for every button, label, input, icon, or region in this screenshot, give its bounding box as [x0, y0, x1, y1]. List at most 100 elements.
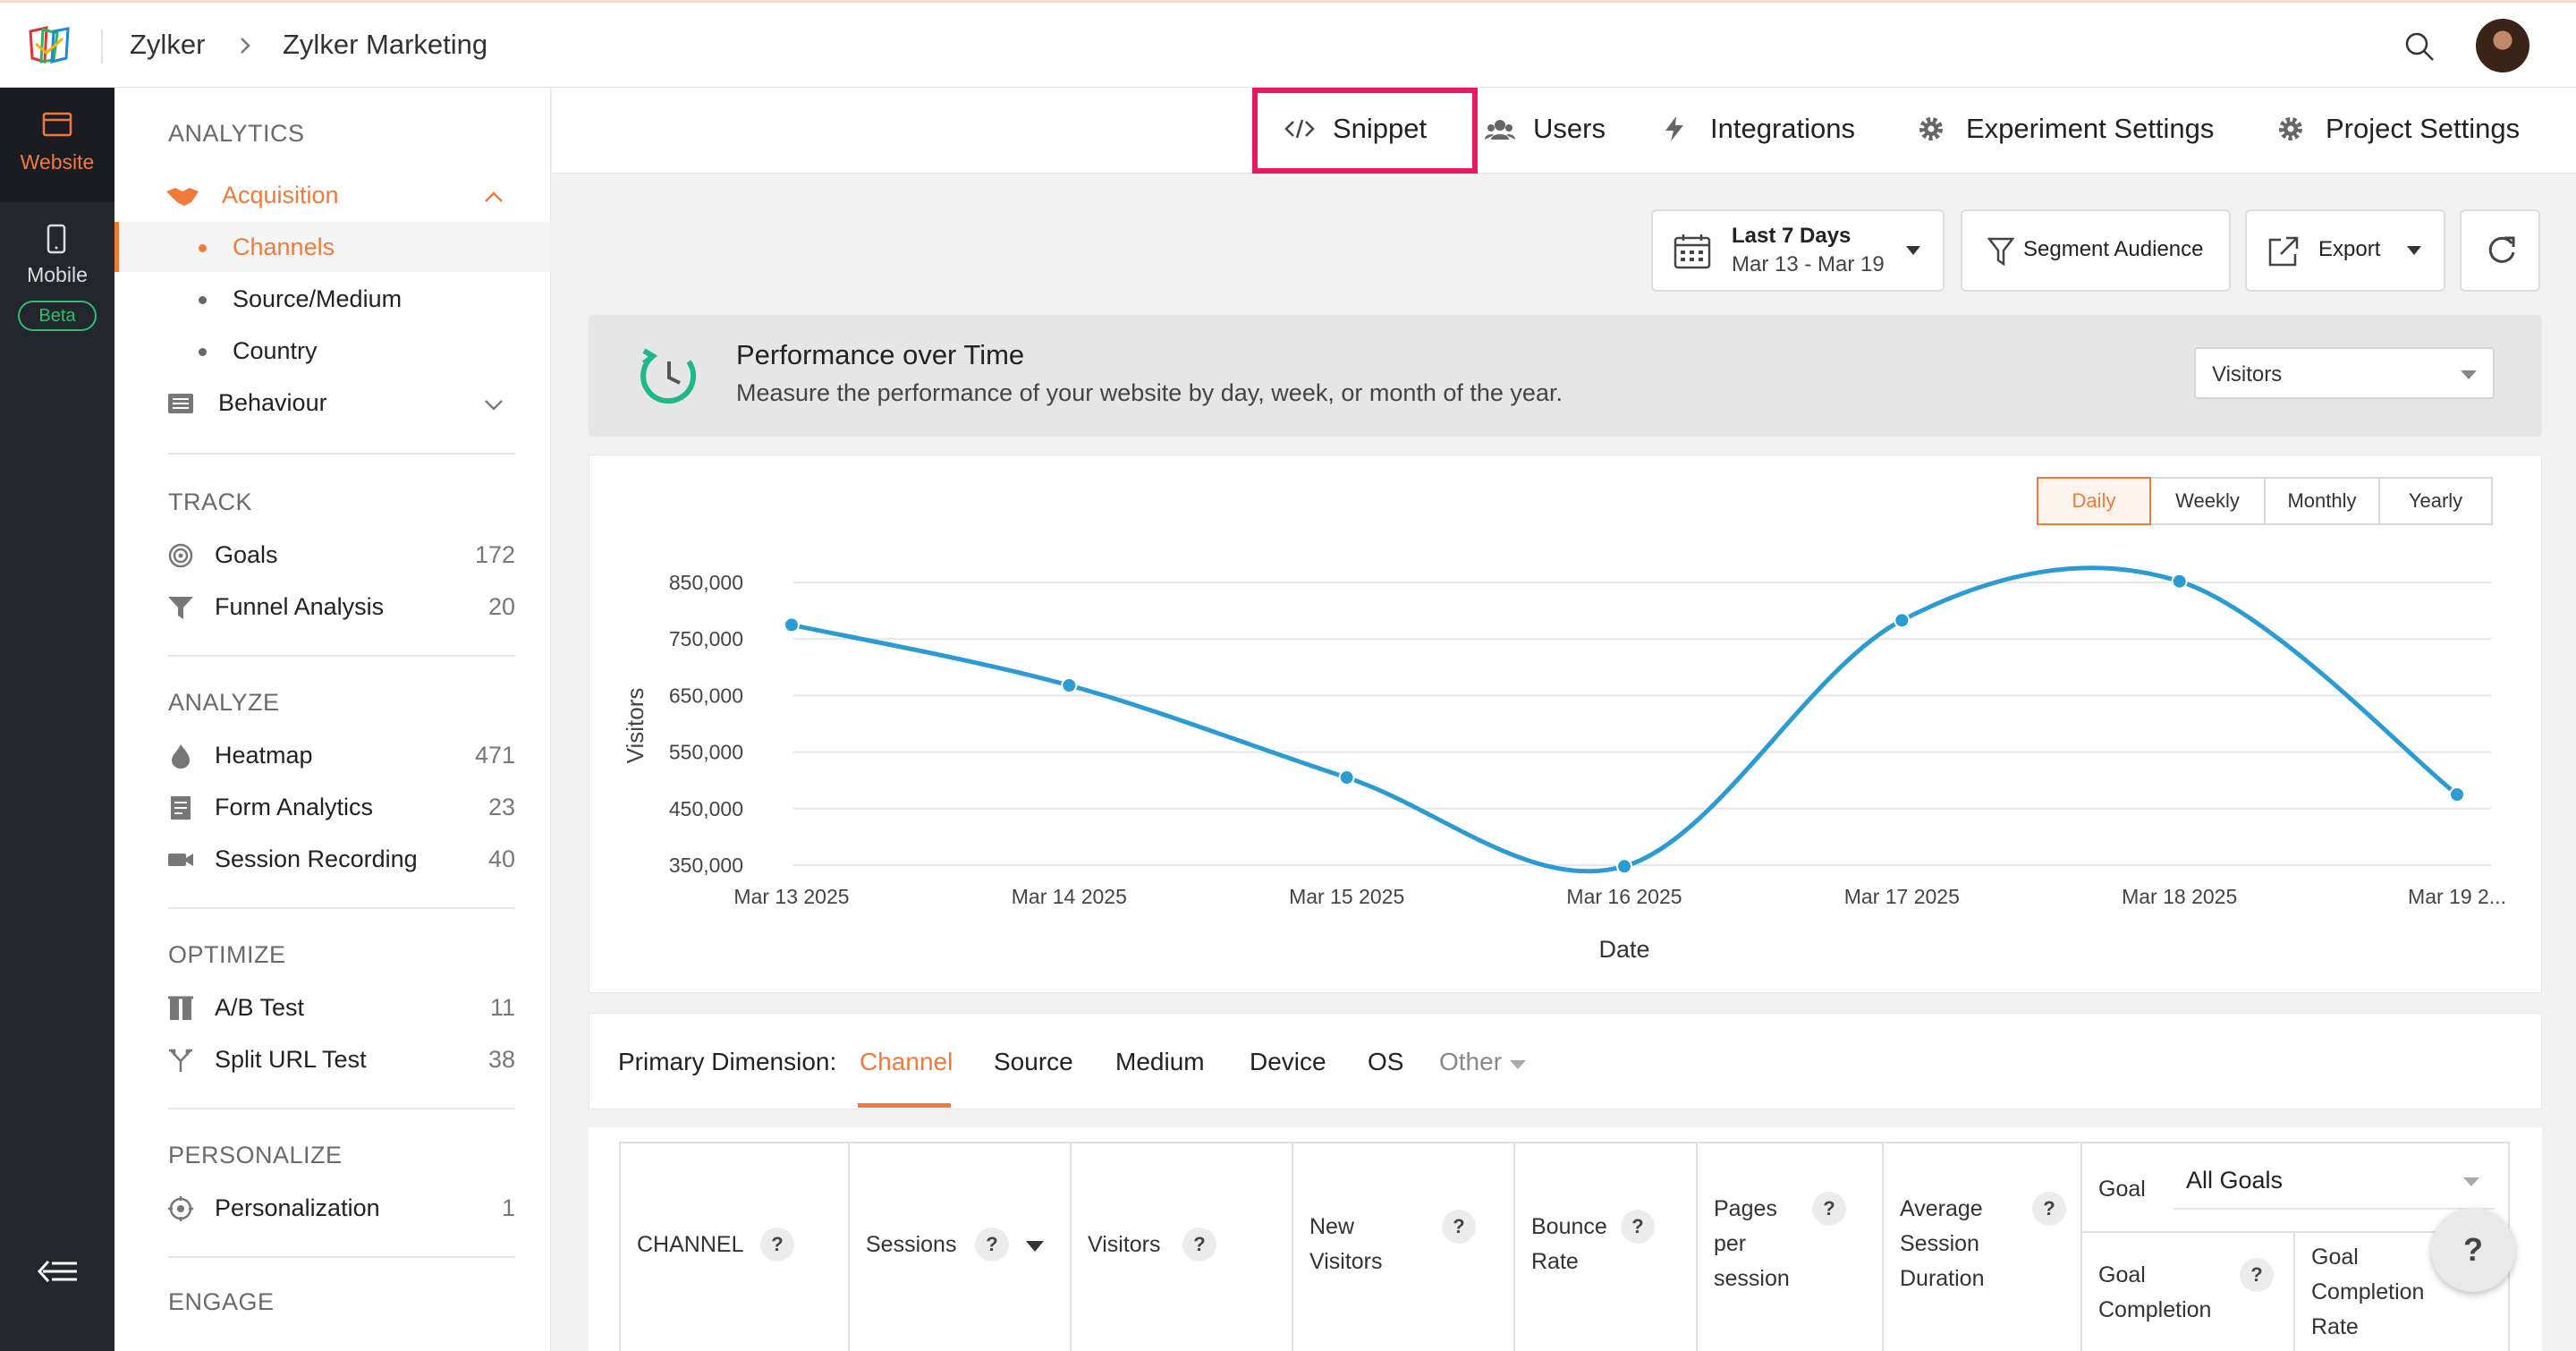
visitors-line-chart: 350,000 450,000 550,000 650,000 750,000 850,0…: [622, 565, 2506, 963]
nav-behaviour-label: Behaviour: [218, 389, 327, 416]
divider: [168, 1108, 515, 1109]
dimension-tab-medium[interactable]: Medium: [1115, 1048, 1205, 1076]
goal-select[interactable]: All Goals: [2174, 1151, 2496, 1210]
help-icon[interactable]: ?: [1621, 1210, 1655, 1244]
app-logo-icon[interactable]: [27, 26, 72, 65]
nav-acquisition-label: Acquisition: [222, 182, 339, 208]
nav-heatmap[interactable]: Heatmap 471: [114, 730, 551, 780]
nav-form-analytics[interactable]: Form Analytics 23: [114, 782, 551, 832]
nav-heatmap-label: Heatmap: [215, 742, 313, 769]
nav-ab-test[interactable]: A/B Test 11: [114, 982, 551, 1032]
nav-personalization-label: Personalization: [215, 1194, 380, 1221]
data-table: CHANNEL ? Sessions ? Visitors ? New Visi…: [589, 1127, 2542, 1351]
x-tick-label: Mar 13 2025: [733, 885, 849, 908]
help-icon[interactable]: ?: [1442, 1210, 1476, 1244]
nav-country[interactable]: Country: [114, 326, 551, 376]
col-sessions[interactable]: Sessions ?: [848, 1142, 1070, 1351]
segment-audience-label: Segment Audience: [2023, 237, 2204, 261]
funnel-count: 20: [487, 593, 515, 620]
col-new-visitors[interactable]: New Visitors ?: [1292, 1142, 1513, 1351]
tab-users-label: Users: [1533, 113, 1606, 144]
dimension-label: Primary Dimension:: [618, 1048, 837, 1075]
caret-down-icon: [1510, 1060, 1526, 1069]
breadcrumb-project[interactable]: Zylker Marketing: [283, 29, 487, 61]
divider: [168, 655, 515, 657]
form-analytics-count: 23: [487, 794, 515, 820]
col-visitors[interactable]: Visitors ?: [1070, 1142, 1292, 1351]
collapse-menu-icon[interactable]: [36, 1256, 80, 1287]
data-point: [2171, 573, 2188, 590]
nav-behaviour[interactable]: Behaviour: [114, 378, 551, 428]
gear-icon: [2279, 117, 2302, 140]
dimension-tab-source[interactable]: Source: [994, 1048, 1073, 1076]
data-point: [1061, 677, 1078, 694]
goal-label: Goal: [2098, 1177, 2146, 1202]
refresh-button[interactable]: [2460, 209, 2540, 292]
breadcrumb-org[interactable]: Zylker: [130, 29, 205, 61]
col-avg-line1: Average: [1900, 1196, 1983, 1221]
nav-personalization[interactable]: Personalization 1: [114, 1183, 551, 1233]
nav-goals[interactable]: Goals 172: [114, 530, 551, 580]
date-range-button[interactable]: Last 7 Days Mar 13 - Mar 19: [1651, 209, 1945, 292]
col-goal-rate-line1: Goal: [2311, 1245, 2359, 1270]
nav-acquisition[interactable]: Acquisition: [114, 170, 551, 220]
rail-website[interactable]: Website: [0, 88, 114, 202]
col-bounce-rate[interactable]: Bounce Rate ?: [1513, 1142, 1696, 1351]
help-icon[interactable]: ?: [2032, 1192, 2066, 1226]
search-icon[interactable]: [2402, 30, 2436, 64]
nav-country-label: Country: [233, 337, 318, 364]
period-daily[interactable]: Daily: [2037, 477, 2151, 525]
metric-select[interactable]: Visitors: [2194, 347, 2495, 399]
nav-funnel-analysis[interactable]: Funnel Analysis 20: [114, 582, 551, 632]
funnel-icon: [168, 597, 193, 619]
col-goal-completion-line2: Completion: [2098, 1297, 2212, 1322]
col-channel[interactable]: CHANNEL ?: [619, 1142, 848, 1351]
help-icon[interactable]: ?: [1182, 1228, 1216, 1262]
external-link-icon: [2268, 236, 2299, 267]
form-icon: [171, 796, 191, 820]
flame-icon: [172, 744, 190, 769]
help-fab-button[interactable]: ?: [2431, 1208, 2515, 1292]
export-button[interactable]: Export: [2245, 209, 2445, 292]
nav-split-url-label: Split URL Test: [215, 1046, 367, 1073]
col-pages-per-session[interactable]: Pages per session ?: [1696, 1142, 1882, 1351]
help-icon[interactable]: ?: [760, 1228, 794, 1262]
side-navigation: ANALYTICS Acquisition Channels Source/Me…: [114, 88, 551, 1351]
list-icon: [168, 394, 193, 413]
help-icon[interactable]: ?: [975, 1228, 1009, 1262]
chevron-up-icon[interactable]: [483, 190, 504, 204]
dimension-tab-device[interactable]: Device: [1250, 1048, 1326, 1076]
nav-source-medium[interactable]: Source/Medium: [114, 274, 551, 324]
split-url-count: 38: [487, 1046, 515, 1073]
nav-split-url-test[interactable]: Split URL Test 38: [114, 1034, 551, 1084]
dimension-tab-os[interactable]: OS: [1368, 1048, 1403, 1076]
col-pages-line2: per: [1714, 1231, 1747, 1256]
tab-project-settings-label: Project Settings: [2326, 113, 2521, 144]
user-avatar[interactable]: [2476, 19, 2529, 72]
nav-session-recording[interactable]: Session Recording 40: [114, 834, 551, 884]
col-avg-session-duration[interactable]: Average Session Duration ?: [1882, 1142, 2080, 1351]
divider: [168, 907, 515, 909]
active-tab-underline: [858, 1103, 951, 1108]
dimension-tab-other[interactable]: Other: [1439, 1048, 1502, 1076]
segment-audience-button[interactable]: Segment Audience: [1961, 209, 2231, 292]
y-axis-label: Visitors: [622, 688, 648, 764]
performance-title: Performance over Time: [736, 339, 1025, 370]
help-icon[interactable]: ?: [2240, 1258, 2274, 1292]
sort-desc-icon[interactable]: [1025, 1240, 1045, 1253]
nav-form-analytics-label: Form Analytics: [215, 794, 374, 820]
col-avg-line3: Duration: [1900, 1266, 1985, 1291]
nav-channels[interactable]: Channels: [114, 222, 551, 272]
caret-down-icon: [2407, 246, 2421, 255]
metric-select-value: Visitors: [2212, 362, 2283, 387]
mobile-icon: [47, 224, 66, 254]
users-icon: [1485, 120, 1515, 140]
col-goal-rate-line2: Completion: [2311, 1279, 2425, 1304]
goal-select-value: All Goals: [2186, 1167, 2284, 1194]
dimension-tab-channel[interactable]: Channel: [860, 1048, 953, 1076]
beta-badge: Beta: [18, 301, 97, 331]
help-icon[interactable]: ?: [1812, 1192, 1846, 1226]
col-channel-label: CHANNEL: [637, 1232, 744, 1257]
chevron-down-icon[interactable]: [483, 397, 504, 412]
data-point: [1894, 612, 1911, 629]
